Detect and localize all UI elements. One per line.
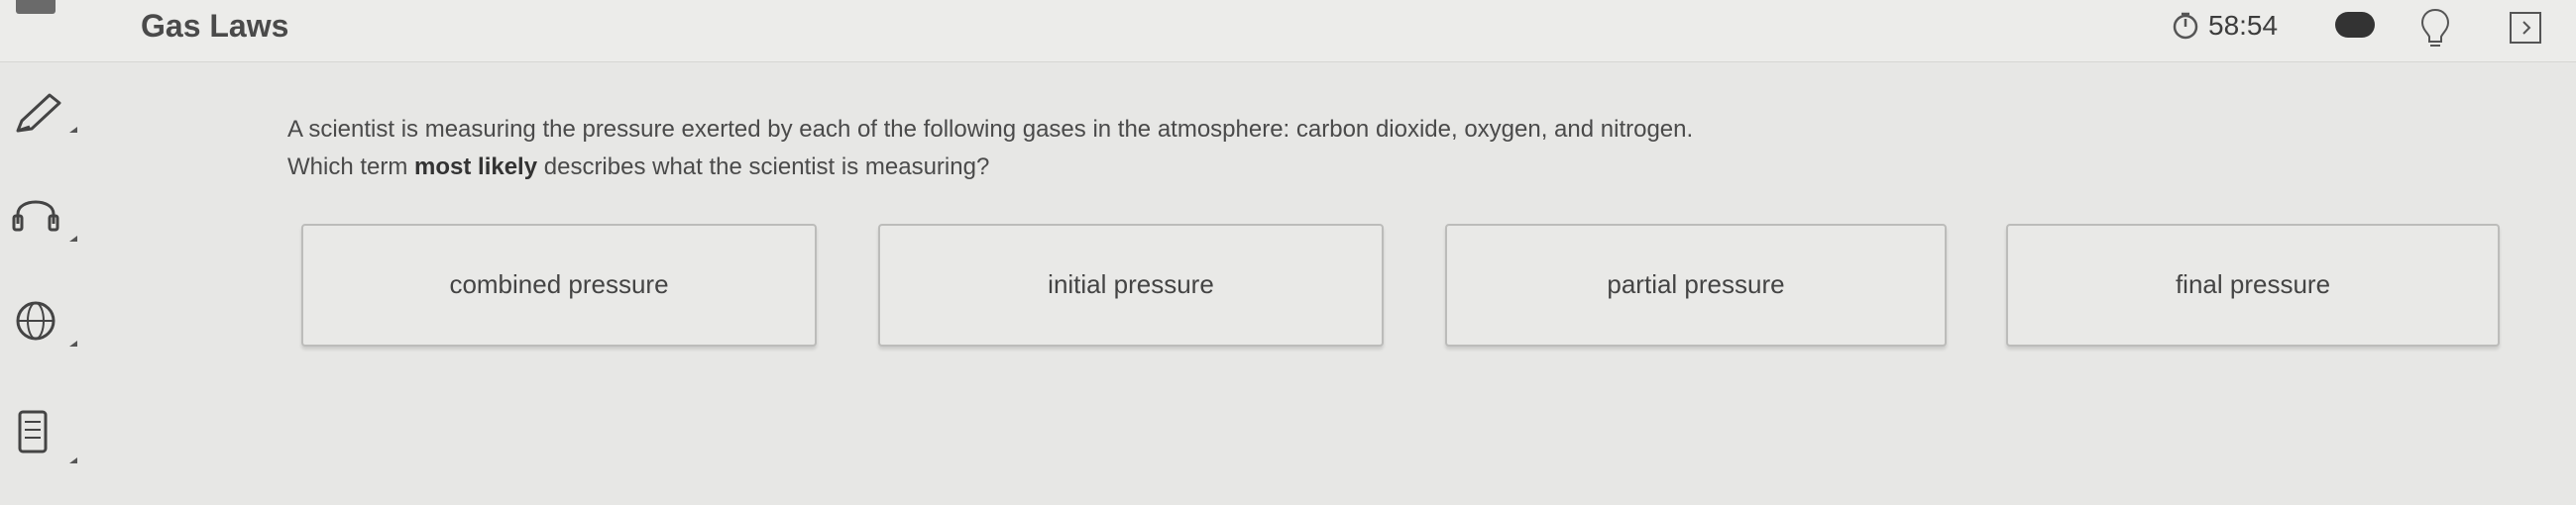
expand-icon[interactable] <box>2508 10 2543 50</box>
answer-choice-label: combined pressure <box>449 269 669 299</box>
answer-choice-3[interactable]: partial pressure <box>1445 224 1947 347</box>
lightbulb-icon[interactable] <box>2418 6 2452 56</box>
answer-choice-1[interactable]: combined pressure <box>301 224 817 347</box>
activity-title: Gas Laws <box>141 8 289 44</box>
question-emphasis: most likely <box>414 153 538 180</box>
calculator-icon[interactable] <box>6 408 79 467</box>
timer: 58:54 <box>2171 8 2278 44</box>
question-text: A scientist is measuring the pressure ex… <box>287 111 1725 186</box>
translate-icon[interactable] <box>6 295 79 354</box>
answer-choice-2[interactable]: initial pressure <box>878 224 1384 347</box>
answer-choice-4[interactable]: final pressure <box>2006 224 2500 347</box>
menu-icon[interactable] <box>16 0 56 14</box>
timer-value: 58:54 <box>2208 10 2279 41</box>
answer-choice-label: final pressure <box>2175 269 2331 299</box>
pencil-icon[interactable] <box>6 87 79 147</box>
answer-choice-label: initial pressure <box>1048 269 1214 299</box>
top-bar: Gas Laws 58:54 <box>0 0 2576 62</box>
question-text-after: describes what the scientist is measurin… <box>537 153 990 180</box>
headphones-icon[interactable] <box>6 184 79 244</box>
answer-choice-label: partial pressure <box>1607 269 1785 299</box>
progress-indicator <box>2335 12 2375 38</box>
timer-icon <box>2171 11 2200 41</box>
